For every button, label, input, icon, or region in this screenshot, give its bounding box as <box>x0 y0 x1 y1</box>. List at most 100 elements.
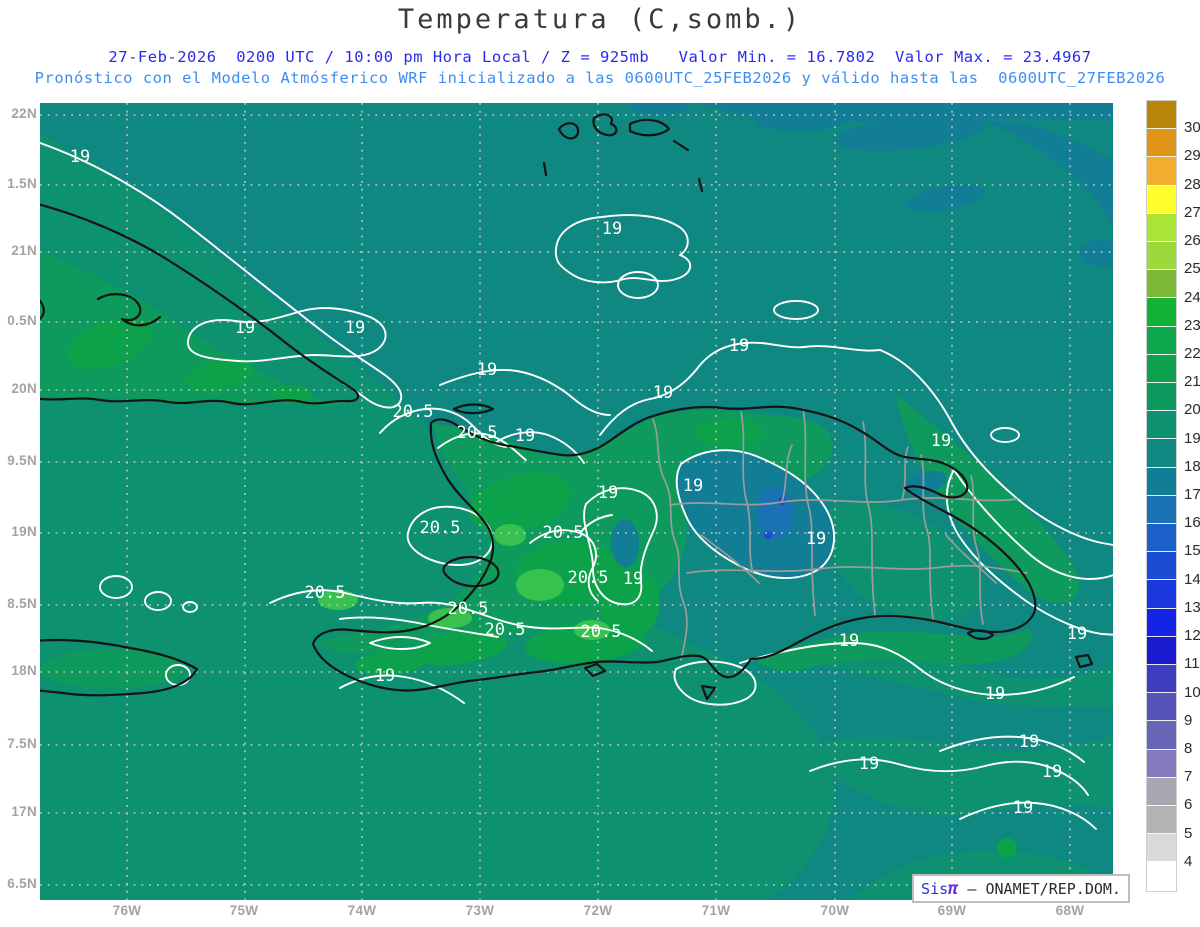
colorbar-segment <box>1147 552 1176 581</box>
branding-box: Sis π – ONAMET/REP.DOM. <box>912 874 1130 903</box>
contour-label: 19 <box>683 476 703 496</box>
branding-source-label: – ONAMET/REP.DOM. <box>958 879 1121 898</box>
colorbar-tick-label: 23 <box>1184 316 1200 334</box>
colorbar-tick-label: 25 <box>1184 260 1200 278</box>
contour-label: 19 <box>235 318 255 338</box>
contour-label: 19 <box>602 219 622 239</box>
contour-label: 19 <box>515 426 535 446</box>
contour-label: 19 <box>1019 732 1039 752</box>
lon-axis-label: 71W <box>701 903 731 918</box>
lon-axis-label: 74W <box>347 903 377 918</box>
contour-label: 19 <box>859 754 879 774</box>
lat-axis-label: 21N <box>11 243 37 258</box>
lon-axis-label: 72W <box>583 903 613 918</box>
weather-map-page: Temperatura (C,somb.) 27-Feb-2026 0200 U… <box>0 0 1200 927</box>
contour-label: 19 <box>806 529 826 549</box>
colorbar-segment <box>1147 270 1176 299</box>
lon-axis-label: 69W <box>937 903 967 918</box>
colorbar-tick-label: 20 <box>1184 401 1200 419</box>
colorbar-segment <box>1147 608 1176 637</box>
colorbar-segment <box>1147 185 1176 214</box>
colorbar-segment <box>1147 721 1176 750</box>
colorbar-tick-label: 8 <box>1184 739 1193 757</box>
colorbar-tick-label: 10 <box>1184 683 1200 701</box>
colorbar-segment <box>1147 467 1176 496</box>
colorbar-segment <box>1147 354 1176 384</box>
colorbar-segment <box>1147 862 1176 891</box>
contour-label: 20.5 <box>448 599 489 619</box>
colorbar-segment <box>1147 157 1176 186</box>
colorbar-tick-label: 5 <box>1184 824 1193 842</box>
contour-label: 19 <box>345 318 365 338</box>
contour-label: 19 <box>839 631 859 651</box>
contour-label: 19 <box>653 383 673 403</box>
contour-label: 20.5 <box>581 622 622 642</box>
colorbar-tick-label: 19 <box>1184 429 1200 447</box>
contour-label: 19 <box>623 569 643 589</box>
colorbar-segment <box>1147 101 1176 130</box>
lat-axis-label: 22N <box>11 106 37 121</box>
colorbar-segment <box>1147 129 1176 158</box>
lat-axis-label: 9.5N <box>7 453 37 468</box>
contour-label: 20.5 <box>420 518 461 538</box>
colorbar-tick-label: 4 <box>1184 852 1193 870</box>
lat-axis-label: 7.5N <box>7 736 37 751</box>
contour-label: 19 <box>1067 624 1087 644</box>
colorbar-tick-label: 24 <box>1184 288 1200 306</box>
colorbar-segment <box>1147 242 1176 271</box>
lat-axis-label: 8.5N <box>7 596 37 611</box>
temperature-colorbar <box>1146 100 1177 892</box>
colorbar-tick-label: 13 <box>1184 598 1200 616</box>
contour-label: 20.5 <box>568 568 609 588</box>
forecast-valid-time-line: 27-Feb-2026 0200 UTC / 10:00 pm Hora Loc… <box>108 48 1092 66</box>
lat-axis-label: 6.5N <box>7 876 37 891</box>
contour-label: 20.5 <box>543 523 584 543</box>
lon-axis-label: 68W <box>1055 903 1085 918</box>
colorbar-segment <box>1147 665 1176 694</box>
colorbar-segment <box>1147 411 1176 440</box>
colorbar-tick-label: 11 <box>1184 655 1200 673</box>
colorbar-tick-label: 16 <box>1184 514 1200 532</box>
branding-sis: Sis <box>921 879 949 898</box>
colorbar-segment <box>1147 524 1176 553</box>
lon-axis-label: 76W <box>112 903 142 918</box>
lat-axis-label: 20N <box>11 381 37 396</box>
colorbar-tick-label: 30 <box>1184 119 1200 137</box>
temperature-map-svg: 1919 191919191919191919191919191919191919… <box>40 103 1113 900</box>
colorbar-segment <box>1147 580 1176 609</box>
page-title: Temperatura (C,somb.) <box>397 4 803 35</box>
contour-label: 19 <box>931 431 951 451</box>
colorbar-segment <box>1147 749 1176 778</box>
lat-axis-label: 19N <box>11 524 37 539</box>
colorbar-tick-label: 7 <box>1184 768 1193 786</box>
colorbar-segment <box>1147 777 1176 807</box>
colorbar-segment <box>1147 326 1176 355</box>
colorbar-segment <box>1147 693 1176 722</box>
contour-label: 19 <box>985 684 1005 704</box>
contour-label: 20.5 <box>305 583 346 603</box>
pi-logo: π <box>948 878 959 899</box>
colorbar-tick-label: 27 <box>1184 203 1200 221</box>
colorbar-tick-label: 21 <box>1184 373 1200 391</box>
lat-axis-label: 18N <box>11 663 37 678</box>
contour-label: 19 <box>70 147 90 167</box>
map-plot-area: 19 19 19 19 19 19 19 19 19 19 19 19 19 19 19 19 19 19 19 19… <box>40 103 1113 900</box>
colorbar-tick-label: 12 <box>1184 627 1200 645</box>
colorbar-tick-label: 6 <box>1184 796 1193 814</box>
lon-axis-label: 73W <box>465 903 495 918</box>
colorbar-tick-label: 15 <box>1184 542 1200 560</box>
contour-label: 20.5 <box>457 423 498 443</box>
lat-axis-label: 1.5N <box>7 176 37 191</box>
contour-label: 19 <box>1042 762 1062 782</box>
contour-label: 19 <box>1013 798 1033 818</box>
contour-label: 19 <box>477 360 497 380</box>
colorbar-tick-label: 29 <box>1184 147 1200 165</box>
colorbar-segment <box>1147 298 1176 327</box>
lat-axis-label: 17N <box>11 804 37 819</box>
colorbar-tick-label: 26 <box>1184 232 1200 250</box>
colorbar-tick-label: 22 <box>1184 344 1200 362</box>
lat-axis-label: 0.5N <box>7 313 37 328</box>
contour-label: 19 <box>375 666 395 686</box>
contour-label: 20.5 <box>485 620 526 640</box>
colorbar-segment <box>1147 495 1176 525</box>
